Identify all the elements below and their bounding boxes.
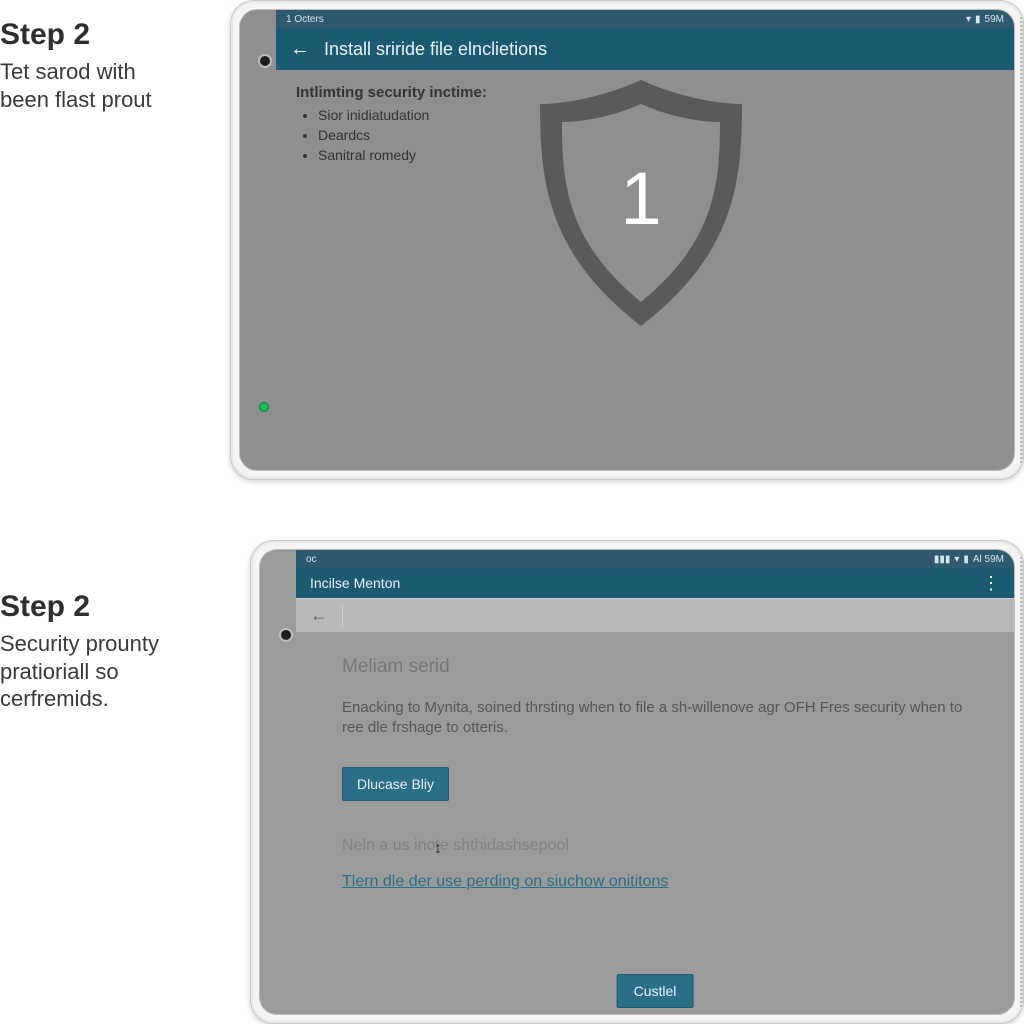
speaker-grill: [1020, 557, 1024, 1007]
battery-icon: ▮: [963, 554, 969, 565]
side-button: [671, 540, 751, 541]
side-button: [230, 171, 231, 235]
section-title: Meliam serid: [342, 656, 968, 678]
bottom-button[interactable]: Custlel: [617, 974, 694, 1008]
wifi-icon: ▾: [954, 554, 959, 565]
sub-nav-bar: ←: [296, 598, 1014, 632]
step2-top-body: Tet sarod with been flast prout: [0, 58, 152, 113]
screen1-content: Intlimting security inctime: Sior inidia…: [276, 70, 1014, 470]
status-icons: ▾ ▮ 59M: [966, 14, 1004, 25]
camera-active-dot: [259, 402, 269, 412]
section-description: Enacking to Mynita, soined thrsting when…: [342, 698, 968, 739]
status-bar: 1 Octers ▾ ▮ 59M: [276, 10, 1014, 28]
action-bar: ← Install sriride file elnclietions: [276, 28, 1014, 70]
shield-icon: 1: [526, 74, 756, 334]
shield-number: 1: [620, 157, 661, 240]
shield-graphic: 1: [526, 74, 756, 339]
tablet-frame-1: 1 Octers ▾ ▮ 59M ← Install sriride file …: [230, 0, 1024, 480]
cursor-icon: ↕: [434, 840, 442, 858]
action-bar: Incilse Menton ⋮: [296, 568, 1014, 598]
camera-dot: [260, 56, 270, 66]
screen2-content: Meliam serid Enacking to Mynita, soined …: [296, 632, 1014, 1014]
signal-icon: ▮▮▮: [934, 554, 951, 565]
tablet-screen-1: 1 Octers ▾ ▮ 59M ← Install sriride file …: [239, 9, 1015, 471]
primary-button[interactable]: Dlucase Bliy: [342, 767, 449, 801]
status-left-label: 1 Octers: [286, 14, 324, 25]
action-bar-title: Incilse Menton: [310, 575, 400, 591]
tablet-frame-2: oc ▮▮▮ ▾ ▮ Al 59M Incilse Menton ⋮ ←: [250, 540, 1024, 1024]
side-button: [230, 91, 231, 155]
step2-top-block: Step 2 Tet sarod with been flast prout: [0, 18, 152, 113]
status-bar: oc ▮▮▮ ▾ ▮ Al 59M: [296, 550, 1014, 568]
step2-bottom-block: Step 2 Security prounty pratioriall so c…: [0, 590, 159, 713]
speaker-grill: [1020, 17, 1024, 463]
status-time: Al 59M: [973, 554, 1004, 565]
status-icons: ▮▮▮ ▾ ▮ Al 59M: [934, 554, 1004, 565]
status-time: 59M: [985, 14, 1004, 25]
step2-bottom-title: Step 2: [0, 590, 159, 624]
action-bar-title: Install sriride file elnclietions: [324, 39, 547, 60]
status-left-label: oc: [306, 554, 317, 565]
link-text[interactable]: Tlern dle der use perding on siuchow oni…: [342, 873, 668, 891]
camera-dot: [281, 630, 291, 640]
step2-bottom-body: Security prounty pratioriall so cerfremi…: [0, 630, 159, 713]
tablet-screen-2: oc ▮▮▮ ▾ ▮ Al 59M Incilse Menton ⋮ ←: [259, 549, 1015, 1015]
overflow-menu-icon[interactable]: ⋮: [982, 573, 1000, 594]
wifi-icon: ▾: [966, 14, 971, 25]
battery-icon: ▮: [975, 14, 981, 25]
divider: [342, 605, 343, 627]
back-arrow-icon[interactable]: ←: [290, 38, 310, 61]
step2-top-title: Step 2: [0, 18, 152, 52]
back-arrow-icon[interactable]: ←: [310, 605, 328, 626]
